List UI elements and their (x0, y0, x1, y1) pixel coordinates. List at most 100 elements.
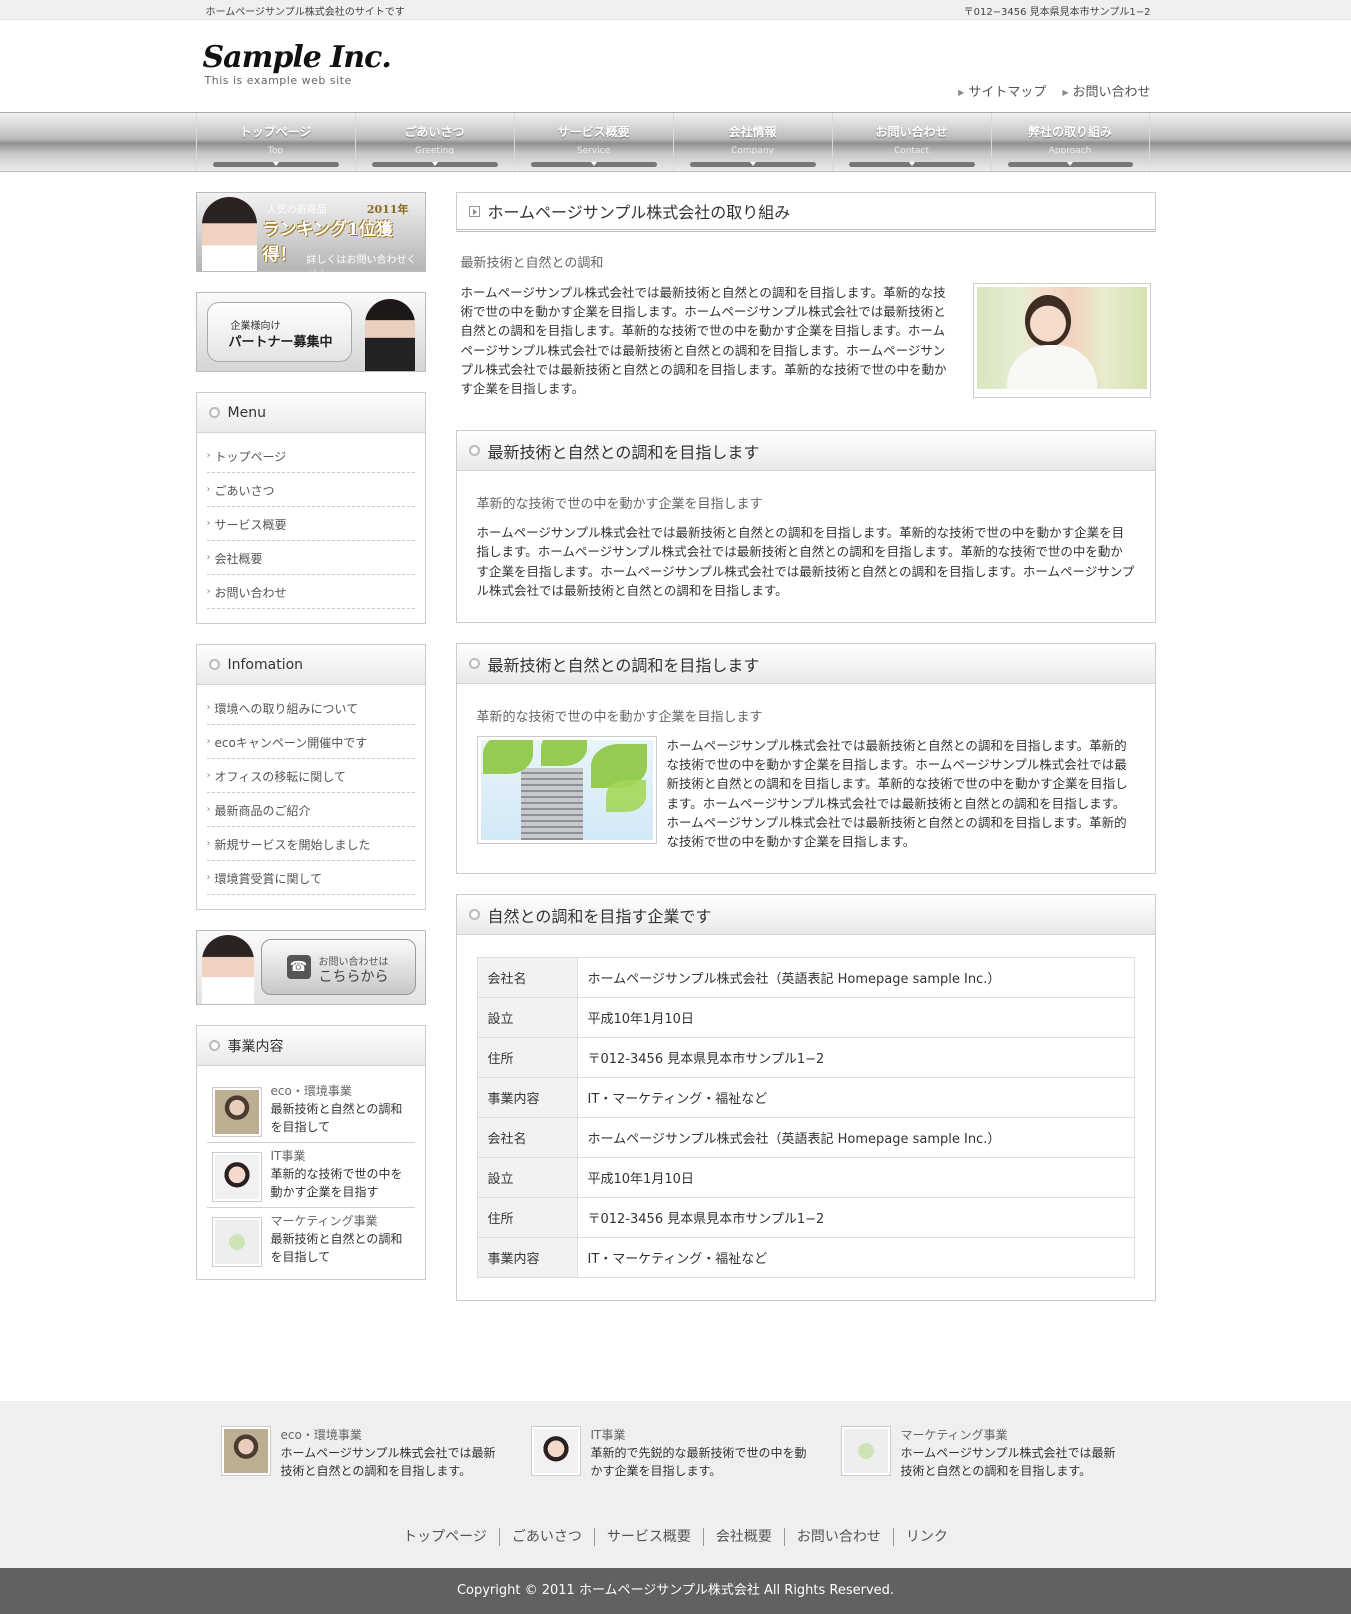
table-row: 住所 〒012-3456 見本県見本市サンプル1−2 (476, 1037, 1135, 1079)
footer-business-item[interactable]: IT事業 革新的で先鋭的な最新技術で世の中を動 かす企業を目指します。 (530, 1426, 821, 1480)
business-item[interactable]: eco・環境事業 最新技術と自然との調和 を目指して (206, 1078, 415, 1143)
nav-indicator (371, 162, 498, 167)
footer-business-item[interactable]: eco・環境事業 ホームページサンプル株式会社では最新 技術と自然との調和を目指しま… (220, 1426, 511, 1480)
nav-indicator (1007, 162, 1133, 167)
table-row: 住所 〒012-3456 見本県見本市サンプル1−2 (476, 1197, 1135, 1239)
section-text: ホームページサンプル株式会社では最新技術と自然との調和を目指します。革新的な技術… (666, 738, 1128, 850)
menu-box: Menu トップページ ごあいさつ サービス概要 会社概要 お問い合わせ (195, 392, 426, 624)
footer-link-service[interactable]: サービス概要 (593, 1528, 703, 1547)
table-row: 設立 平成10年1月10日 (476, 997, 1135, 1039)
business-title: 事業内容 (227, 1038, 284, 1055)
partner-banner[interactable]: 企業様向け パートナー募集中 (195, 292, 426, 372)
intro-subheading: 最新技術と自然との調和 (460, 256, 604, 271)
nav-company[interactable]: 会社情報 Company (672, 113, 832, 171)
top-address: 〒012−3456 見本県見本市サンプル1−2 (963, 6, 1151, 18)
company-info-table: 会社名 ホームページサンプル株式会社（英語表記 Homepage sample I… (476, 957, 1135, 1279)
intro-text: ホームページサンプル株式会社では最新技術と自然との調和を目指します。革新的な技術… (460, 285, 947, 397)
header: Sample Inc. This is example web site ▶ サイ… (0, 20, 1351, 112)
circle-icon (468, 658, 480, 670)
menu-item[interactable]: お問い合わせ (206, 574, 415, 610)
circle-icon (208, 1040, 220, 1051)
circle-icon (468, 909, 480, 921)
section-subheading: 革新的な技術で世の中を動かす企業を目指します (476, 710, 763, 726)
marketing-thumbnail (211, 1217, 262, 1267)
section-title: 最新技術と自然との調和を目指します (487, 442, 760, 462)
contact-link[interactable]: ▶ お問い合わせ (1062, 81, 1150, 100)
nav-indicator (530, 162, 657, 167)
table-row: 事業内容 IT・マーケティング・福祉など (476, 1237, 1135, 1279)
header-links: ▶ サイトマップ ▶ お問い合わせ (958, 81, 1150, 100)
info-item[interactable]: オフィスの移転に関して (206, 758, 415, 794)
businesswoman-photo (364, 299, 415, 371)
footer-link-links[interactable]: リンク (892, 1528, 960, 1547)
nav-top[interactable]: トップページ Top (195, 113, 355, 171)
table-row: 会社名 ホームページサンプル株式会社（英語表記 Homepage sample I… (476, 1117, 1135, 1159)
info-item[interactable]: ecoキャンペーン開催中です (206, 724, 415, 760)
business-item[interactable]: IT事業 革新的な技術で世の中を 動かす企業を目指す (206, 1143, 415, 1208)
logo-text: Sample Inc. (202, 40, 392, 75)
site-tagline: ホームページサンプル株式会社のサイトです (205, 6, 405, 18)
menu-title: Menu (227, 404, 266, 421)
menu-item[interactable]: ごあいさつ (206, 472, 415, 508)
main-content: ホームページサンプル株式会社の取り組み 最新技術と自然との調和 ホームページサン… (455, 192, 1156, 1321)
circle-icon (468, 445, 480, 457)
woman-photo (201, 197, 257, 271)
footer-business-item[interactable]: マーケティング事業 ホームページサンプル株式会社では最新 技術と自然との調和を目指し… (840, 1426, 1131, 1480)
nav-indicator (212, 162, 339, 167)
phone-icon: ☎ (286, 955, 311, 979)
arrow-right-icon: ▶ (1062, 88, 1069, 97)
global-nav: トップページ Top ごあいさつ Greeting サービス概要 Service 会社… (0, 112, 1351, 172)
footer-link-company[interactable]: 会社概要 (702, 1528, 784, 1547)
contact-banner[interactable]: ☎ お問い合わせは こちらから (195, 930, 426, 1005)
nav-indicator (689, 162, 816, 167)
info-item[interactable]: 環境への取り組みについて (206, 690, 415, 726)
nav-indicator (848, 162, 975, 167)
footer-nav: トップページ ごあいさつ サービス概要 会社概要 お問い合わせ リンク (0, 1528, 1351, 1566)
nav-service[interactable]: サービス概要 Service (513, 113, 673, 171)
section-title: 最新技術と自然との調和を目指します (487, 655, 760, 675)
circle-icon (208, 659, 220, 670)
section-box-2: 最新技術と自然との調和を目指します 革新的な技術で世の中を動かす企業を目指します… (455, 643, 1156, 875)
eco-thumbnail (220, 1426, 271, 1477)
footer: eco・環境事業 ホームページサンプル株式会社では最新 技術と自然との調和を目指しま… (0, 1401, 1351, 1614)
section-box-1: 最新技術と自然との調和を目指します 革新的な技術で世の中を動かす企業を目指します… (455, 430, 1156, 624)
site-logo[interactable]: Sample Inc. This is example web site (202, 40, 392, 87)
section-title: 自然との調和を目指す企業です (487, 906, 712, 926)
info-item[interactable]: 新規サービスを開始しました (206, 826, 415, 862)
it-thumbnail (211, 1152, 262, 1202)
it-thumbnail (530, 1426, 581, 1477)
section-subheading: 革新的な技術で世の中を動かす企業を目指します (476, 497, 763, 513)
circle-icon (208, 407, 220, 418)
woman-park-photo (972, 283, 1151, 399)
intro-section: 最新技術と自然との調和 ホームページサンプル株式会社では最新技術と自然との調和を… (456, 232, 1156, 399)
building-photo (476, 736, 657, 845)
info-item[interactable]: 環境賞受賞に関して (206, 860, 415, 896)
footer-link-contact[interactable]: お問い合わせ (783, 1528, 893, 1547)
page-title: ホームページサンプル株式会社の取り組み (487, 203, 791, 222)
table-row: 設立 平成10年1月10日 (476, 1157, 1135, 1199)
footer-link-greeting[interactable]: ごあいさつ (498, 1528, 594, 1547)
info-item[interactable]: 最新商品のご紹介 (206, 792, 415, 828)
section-box-3: 自然との調和を目指す企業です 会社名 ホームページサンプル株式会社（英語表記 Ho… (455, 894, 1156, 1302)
arrow-box-icon (468, 205, 480, 217)
nav-contact[interactable]: お問い合わせ Contact (831, 113, 991, 171)
page-title-bar: ホームページサンプル株式会社の取り組み (455, 192, 1156, 232)
operator-photo (201, 935, 254, 1004)
nav-greeting[interactable]: ごあいさつ Greeting (354, 113, 514, 171)
menu-item[interactable]: トップページ (206, 438, 415, 474)
footer-link-top[interactable]: トップページ (391, 1528, 499, 1546)
nav-approach[interactable]: 弊社の取り組み Approach (990, 113, 1150, 171)
business-box: 事業内容 eco・環境事業 最新技術と自然との調和 を目指して IT事業 革新的な技術… (195, 1025, 426, 1280)
menu-item[interactable]: サービス概要 (206, 506, 415, 542)
sitemap-link[interactable]: ▶ サイトマップ (958, 81, 1046, 100)
information-title: Infomation (227, 656, 304, 673)
menu-item[interactable]: 会社概要 (206, 540, 415, 576)
information-box: Infomation 環境への取り組みについて ecoキャンペーン開催中です オ… (195, 644, 426, 910)
table-row: 事業内容 IT・マーケティング・福祉など (476, 1077, 1135, 1119)
eco-thumbnail (211, 1087, 262, 1137)
ranking-banner[interactable]: 人気の新商品 2011年 ランキング1位獲得！ 詳しくはお問い合わせください (195, 192, 426, 272)
sidebar: 人気の新商品 2011年 ランキング1位獲得！ 詳しくはお問い合わせください 企… (195, 192, 426, 1321)
business-item[interactable]: マーケティング事業 最新技術と自然との調和 を目指して (207, 1208, 415, 1273)
copyright: Copyright © 2011 ホームページサンプル株式会社 All Righ… (0, 1568, 1351, 1614)
top-strip: ホームページサンプル株式会社のサイトです 〒012−3456 見本県見本市サンプ… (0, 0, 1351, 20)
